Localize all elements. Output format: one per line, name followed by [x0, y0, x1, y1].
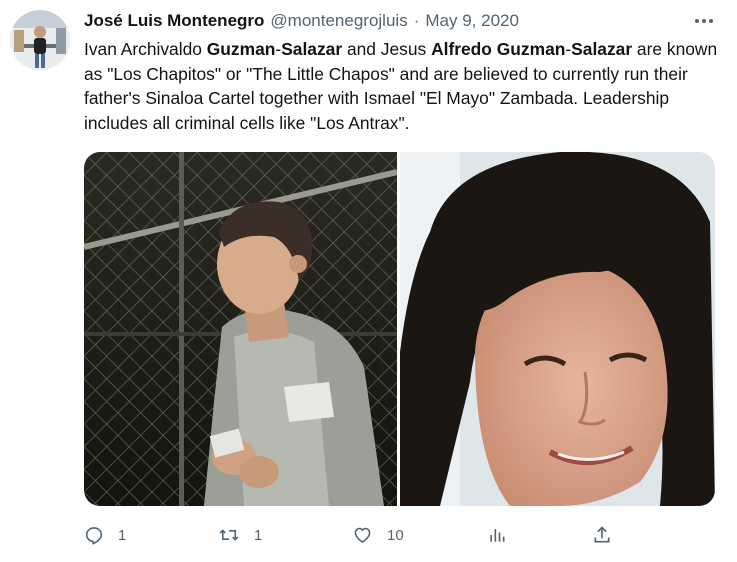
separator-dot: ·: [413, 11, 420, 30]
like-count: 10: [387, 526, 404, 544]
retweet-icon: [219, 529, 239, 541]
tweet-header: José Luis Montenegro @montenegrojluis · …: [84, 10, 519, 32]
highlighted-term: Salazar: [571, 39, 633, 59]
analytics-icon: [490, 529, 505, 542]
photo-left-image: [84, 152, 397, 506]
highlighted-term: Salazar: [281, 39, 343, 59]
photo-right-image: [400, 152, 715, 506]
tweet-text: Ivan Archivaldo Guzman-Salazar and Jesus…: [84, 37, 724, 135]
more-icon: [695, 19, 713, 23]
reply-button[interactable]: 1: [84, 520, 126, 550]
author-handle[interactable]: @montenegrojluis: [270, 11, 407, 31]
analytics-button[interactable]: [487, 520, 507, 550]
reply-count: 1: [118, 526, 127, 544]
text-segment: and Jesus: [342, 39, 432, 59]
tweet-date[interactable]: May 9, 2020: [425, 11, 519, 31]
media-grid: [84, 152, 715, 506]
photo-right[interactable]: [400, 152, 715, 506]
avatar-photo: [10, 10, 70, 70]
more-button[interactable]: [690, 12, 718, 30]
share-icon: [594, 526, 610, 543]
text-segment: Ivan Archivaldo: [84, 39, 207, 59]
like-button[interactable]: 10: [352, 520, 404, 550]
retweet-button[interactable]: 1: [218, 520, 262, 550]
photo-left[interactable]: [84, 152, 397, 506]
highlighted-term: Alfredo Guzman: [431, 39, 566, 59]
avatar[interactable]: [10, 10, 70, 70]
tweet-actions: 1 1 10: [84, 520, 724, 550]
share-button[interactable]: [592, 520, 612, 550]
tweet[interactable]: José Luis Montenegro @montenegrojluis · …: [0, 0, 737, 562]
retweet-count: 1: [254, 526, 263, 544]
reply-icon: [85, 527, 103, 545]
heart-icon: [354, 527, 371, 543]
author-name[interactable]: José Luis Montenegro: [84, 11, 264, 31]
highlighted-term: Guzman: [206, 39, 276, 59]
